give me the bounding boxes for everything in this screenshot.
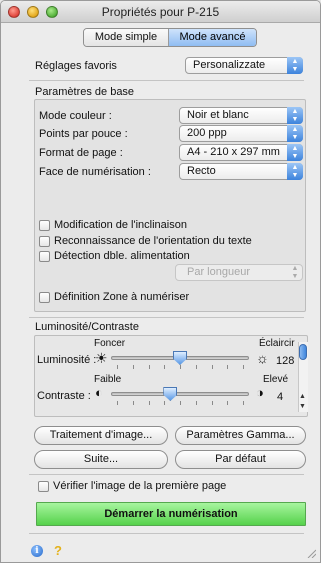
slider-tick bbox=[227, 401, 229, 405]
dpi-popup[interactable]: 200 ppp ▲ ▼ bbox=[179, 125, 303, 142]
resize-grip-icon[interactable] bbox=[306, 548, 316, 558]
next-button[interactable]: Suite... bbox=[34, 450, 168, 469]
scan-side-value: Recto bbox=[187, 165, 216, 177]
popup-arrows-icon: ▲ ▼ bbox=[287, 107, 303, 124]
gamma-settings-button[interactable]: Paramètres Gamma... bbox=[175, 426, 306, 445]
slider-tick bbox=[180, 365, 181, 369]
slider-tick bbox=[117, 401, 118, 405]
scroll-down-arrow-icon[interactable]: ▼ bbox=[299, 403, 306, 410]
base-settings-heading: Paramètres de base bbox=[35, 86, 135, 98]
favorites-label: Réglages favoris bbox=[35, 60, 117, 72]
divider bbox=[29, 533, 304, 534]
scrollbar-thumb[interactable] bbox=[299, 344, 307, 360]
slider-tick bbox=[164, 365, 166, 369]
sun-bright-icon: ☼ bbox=[256, 350, 269, 366]
popup-arrows-icon: ▲ ▼ bbox=[287, 125, 303, 142]
slider-tick bbox=[243, 365, 244, 369]
tab-mode-simple[interactable]: Mode simple bbox=[84, 29, 169, 46]
image-processing-button[interactable]: Traitement d'image... bbox=[34, 426, 168, 445]
dpi-value: 200 ppp bbox=[187, 127, 227, 139]
properties-window: Propriétés pour P-215 Mode simple Mode a… bbox=[0, 0, 321, 563]
slider-tick bbox=[227, 365, 229, 369]
text-orientation-label: Reconnaissance de l'orientation du texte bbox=[54, 235, 252, 247]
verify-first-page-label: Vérifier l'image de la première page bbox=[53, 480, 227, 492]
slider-tick bbox=[148, 401, 150, 405]
scroll-up-arrow-icon[interactable]: ▲ bbox=[299, 393, 306, 400]
default-button[interactable]: Par défaut bbox=[175, 450, 306, 469]
color-mode-popup[interactable]: Noir et blanc ▲ ▼ bbox=[179, 107, 303, 124]
scan-area-checkbox[interactable] bbox=[39, 292, 50, 303]
deskew-label: Modification de l'inclinaison bbox=[54, 219, 187, 231]
sun-dark-icon: ☀ bbox=[95, 350, 108, 366]
window-title: Propriétés pour P-215 bbox=[101, 5, 220, 19]
contrast-high-icon: ◑ bbox=[256, 385, 264, 400]
start-scan-button[interactable]: Démarrer la numérisation bbox=[36, 502, 306, 526]
contrast-slider-track[interactable] bbox=[111, 392, 249, 396]
dpi-label: Points par pouce : bbox=[39, 128, 128, 140]
info-icon[interactable]: i bbox=[31, 545, 43, 557]
contrast-low-icon: ◐ bbox=[95, 385, 103, 400]
scan-side-popup[interactable]: Recto ▲ ▼ bbox=[179, 163, 303, 180]
title-bar: Propriétés pour P-215 bbox=[1, 1, 320, 23]
brightness-label: Luminosité : bbox=[37, 354, 97, 366]
verify-first-page-checkbox[interactable] bbox=[38, 481, 49, 492]
favorites-popup[interactable]: Personalizzate ▲ ▼ bbox=[185, 57, 303, 74]
mode-segmented-control: Mode simple Mode avancé bbox=[83, 28, 257, 47]
help-icon[interactable]: ? bbox=[54, 543, 62, 558]
divider bbox=[29, 317, 304, 318]
double-feed-mode-value: Par longueur bbox=[187, 266, 250, 278]
slider-tick bbox=[180, 401, 181, 405]
slider-tick bbox=[132, 365, 134, 369]
popup-arrows-icon: ▲ ▼ bbox=[291, 265, 299, 280]
slider-tick bbox=[117, 365, 118, 369]
favorites-value: Personalizzate bbox=[193, 59, 266, 71]
scan-area-label: Définition Zone à numériser bbox=[54, 291, 190, 303]
page-size-label: Format de page : bbox=[39, 147, 123, 159]
color-mode-value: Noir et blanc bbox=[187, 109, 249, 121]
tab-mode-advanced[interactable]: Mode avancé bbox=[169, 29, 256, 46]
popup-arrows-icon: ▲ ▼ bbox=[287, 57, 303, 74]
contrast-label: Contraste : bbox=[37, 390, 91, 402]
popup-arrows-icon: ▲ ▼ bbox=[287, 163, 303, 180]
slider-tick bbox=[132, 401, 134, 405]
double-feed-label: Détection dble. alimentation bbox=[54, 250, 190, 262]
slider-tick bbox=[195, 365, 197, 369]
contrast-min-label: Faible bbox=[94, 374, 122, 385]
deskew-checkbox[interactable] bbox=[39, 220, 50, 231]
brightness-value: 128 bbox=[276, 355, 295, 367]
divider bbox=[29, 474, 304, 475]
contrast-max-label: Elevé bbox=[263, 374, 289, 385]
divider bbox=[29, 80, 304, 81]
color-mode-label: Mode couleur : bbox=[39, 110, 112, 122]
slider-tick bbox=[164, 401, 166, 405]
scan-side-label: Face de numérisation : bbox=[39, 166, 151, 178]
brightness-max-label: Éclaircir bbox=[259, 338, 295, 349]
brightness-contrast-heading: Luminosité/Contraste bbox=[35, 321, 139, 333]
page-size-value: A4 - 210 x 297 mm bbox=[187, 146, 280, 158]
popup-arrows-icon: ▲ ▼ bbox=[287, 144, 303, 161]
text-orientation-checkbox[interactable] bbox=[39, 236, 50, 247]
slider-tick bbox=[195, 401, 197, 405]
page-size-popup[interactable]: A4 - 210 x 297 mm ▲ ▼ bbox=[179, 144, 303, 161]
double-feed-mode-popup[interactable]: Par longueur ▲ ▼ bbox=[175, 264, 303, 281]
slider-tick bbox=[243, 401, 244, 405]
slider-tick bbox=[211, 365, 213, 369]
contrast-value: 4 bbox=[277, 391, 284, 403]
slider-tick bbox=[211, 401, 213, 405]
slider-tick bbox=[148, 365, 150, 369]
brightness-min-label: Foncer bbox=[94, 338, 126, 349]
double-feed-checkbox[interactable] bbox=[39, 251, 50, 262]
